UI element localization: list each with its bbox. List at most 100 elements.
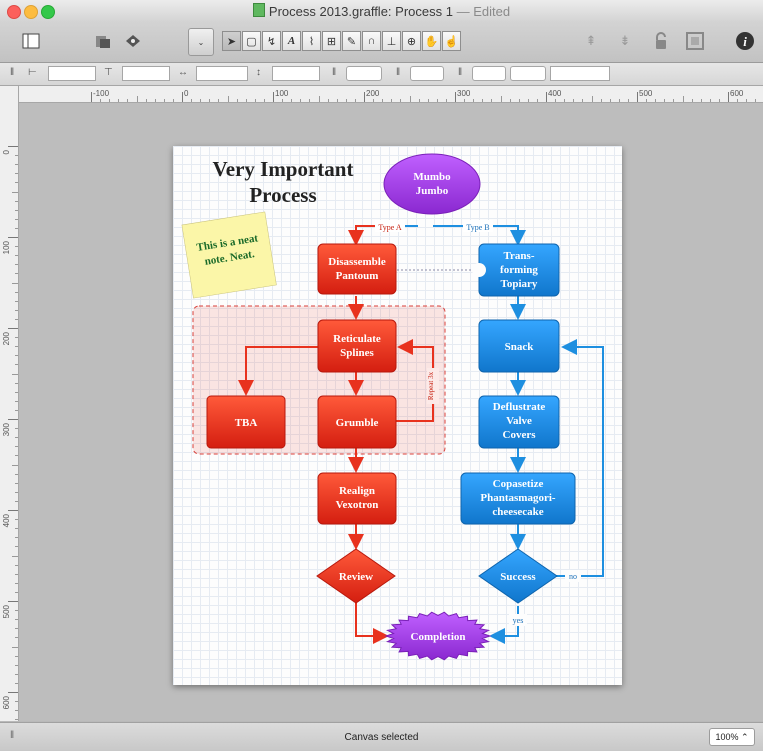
- copa-label-1: Copasetize: [493, 478, 544, 490]
- trans-label-2: forming: [500, 264, 538, 276]
- ruler-minor-tick: [15, 655, 18, 657]
- pointer-tool[interactable]: ➤: [222, 31, 241, 51]
- canvases-button[interactable]: [92, 30, 114, 52]
- node-mumbo-jumbo[interactable]: Mumbo Jumbo: [383, 153, 481, 215]
- shadow-style-popup[interactable]: [410, 66, 444, 81]
- node-copasetize[interactable]: Copasetize Phantasmagori- cheesecake: [460, 472, 576, 525]
- ruler-tick: [8, 601, 18, 602]
- zoom-popup[interactable]: 100% ⌃: [709, 728, 755, 746]
- lock-button[interactable]: [650, 30, 672, 52]
- ruler-minor-tick: [664, 99, 666, 102]
- group-button[interactable]: [684, 30, 706, 52]
- stroke-width-popup[interactable]: [510, 66, 546, 81]
- ruler-minor-tick: [573, 99, 575, 102]
- ruler-tick: [637, 92, 638, 102]
- sidebar-toggle-button[interactable]: [20, 30, 42, 52]
- width-field[interactable]: [196, 66, 248, 81]
- ruler-minor-tick: [15, 710, 18, 712]
- node-tba[interactable]: TBA: [206, 395, 286, 449]
- ruler-tick: [273, 92, 274, 102]
- ruler-minor-tick: [609, 99, 611, 102]
- tool-palette: ➤ ▢ ↯ A ⌇ ⊞ ✎ ∩ ⊥ ⊕ ✋ ☝: [222, 31, 462, 53]
- ruler-tick: [182, 92, 183, 102]
- hand-tool[interactable]: ✋: [422, 31, 441, 51]
- ruler-minor-tick: [191, 99, 193, 102]
- ruler-minor-tick: [691, 99, 693, 102]
- mumbo-label-2: Jumbo: [416, 185, 449, 197]
- ruler-minor-tick: [445, 99, 447, 102]
- document-icon: [252, 3, 265, 17]
- ruler-minor-tick: [100, 99, 102, 102]
- ruler-minor-tick: [15, 682, 18, 684]
- sidebar-icon: [22, 33, 40, 49]
- ruler-tick: [8, 146, 18, 147]
- node-deflustrate-valve-covers[interactable]: Deflustrate Valve Covers: [478, 395, 560, 449]
- height-field[interactable]: [272, 66, 320, 81]
- ruler-minor-tick: [345, 99, 347, 102]
- node-review[interactable]: Review: [316, 548, 396, 604]
- page[interactable]: Very Important Process This is a neat no…: [173, 146, 622, 685]
- send-back-button[interactable]: ⇟: [614, 30, 636, 52]
- diagram-tool[interactable]: ⊞: [322, 31, 341, 51]
- ruler-x-label: 400: [548, 89, 562, 98]
- node-snack[interactable]: Snack: [478, 319, 560, 373]
- ruler-minor-tick: [15, 300, 18, 302]
- connector-review-completion[interactable]: [355, 601, 389, 644]
- shape-tool[interactable]: ▢: [242, 31, 261, 51]
- ruler-minor-tick: [15, 273, 18, 275]
- browse-icon: ☝: [444, 35, 459, 48]
- node-success[interactable]: Success: [478, 548, 558, 604]
- line-tool[interactable]: ↯: [262, 31, 281, 51]
- pen-tool[interactable]: ⌇: [302, 31, 321, 51]
- node-disassemble-pantoum[interactable]: Disassemble Pantoum: [317, 243, 397, 295]
- ruler-tick: [546, 92, 547, 102]
- ruler-minor-tick: [418, 99, 420, 102]
- node-reticulate-splines[interactable]: Reticulate Splines: [317, 319, 397, 373]
- bring-front-button[interactable]: ⇞: [580, 30, 602, 52]
- ruler-minor-tick: [15, 455, 18, 457]
- ruler-minor-tick: [15, 591, 18, 593]
- ruler-y-label: 200: [2, 332, 11, 346]
- y-position-field[interactable]: [122, 66, 170, 81]
- pointer-icon: ➤: [226, 35, 237, 48]
- ruler-minor-tick: [15, 173, 18, 175]
- trans-label-1: Trans-: [504, 250, 535, 262]
- inspector-icon: i: [736, 32, 754, 50]
- connector-success-snack[interactable]: [553, 339, 604, 577]
- node-transforming-topiary[interactable]: Trans- forming Topiary: [472, 243, 560, 297]
- node-grumble[interactable]: Grumble: [317, 395, 397, 449]
- ruler-minor-tick: [700, 99, 702, 102]
- x-position-field[interactable]: [48, 66, 96, 81]
- ruler-minor-tick: [245, 99, 247, 102]
- stamp-icon: ⊥: [386, 35, 397, 48]
- layers-icon: [126, 35, 140, 47]
- trans-label-3: Topiary: [501, 278, 538, 290]
- vertical-ruler: 0 100 200 300 400 500 600: [0, 86, 19, 721]
- sticky-note[interactable]: This is a neat note. Neat.: [181, 211, 277, 299]
- browse-tool[interactable]: ☝: [442, 31, 461, 51]
- node-completion[interactable]: Completion: [384, 611, 492, 661]
- stroke-style-popup[interactable]: [472, 66, 506, 81]
- ruler-minor-tick: [655, 99, 657, 102]
- ruler-minor-tick: [746, 99, 748, 102]
- ruler-minor-tick: [15, 446, 18, 448]
- zoom-tool[interactable]: ⊕: [402, 31, 421, 51]
- type-b-label: Type B: [466, 223, 489, 232]
- style-brush-tool[interactable]: ✎: [342, 31, 361, 51]
- send-back-icon: ⇟: [619, 33, 631, 48]
- ruler-x-label: 300: [457, 89, 471, 98]
- style-well-button[interactable]: ⌄: [188, 28, 214, 56]
- ruler-minor-tick: [682, 96, 684, 102]
- ruler-minor-tick: [627, 99, 629, 102]
- ruler-minor-tick: [509, 99, 511, 102]
- mumbo-label-1: Mumbo: [413, 171, 451, 183]
- fill-style-popup[interactable]: [346, 66, 382, 81]
- ruler-x-label: -100: [93, 89, 110, 98]
- rubber-stamp-tool[interactable]: ⊥: [382, 31, 401, 51]
- layers-button[interactable]: [122, 30, 144, 52]
- inspector-button[interactable]: i: [734, 30, 756, 52]
- magnet-tool[interactable]: ∩: [362, 31, 381, 51]
- stroke-thickness-field[interactable]: [550, 66, 610, 81]
- node-realign-vexotron[interactable]: Realign Vexotron: [317, 472, 397, 525]
- text-tool[interactable]: A: [282, 31, 301, 51]
